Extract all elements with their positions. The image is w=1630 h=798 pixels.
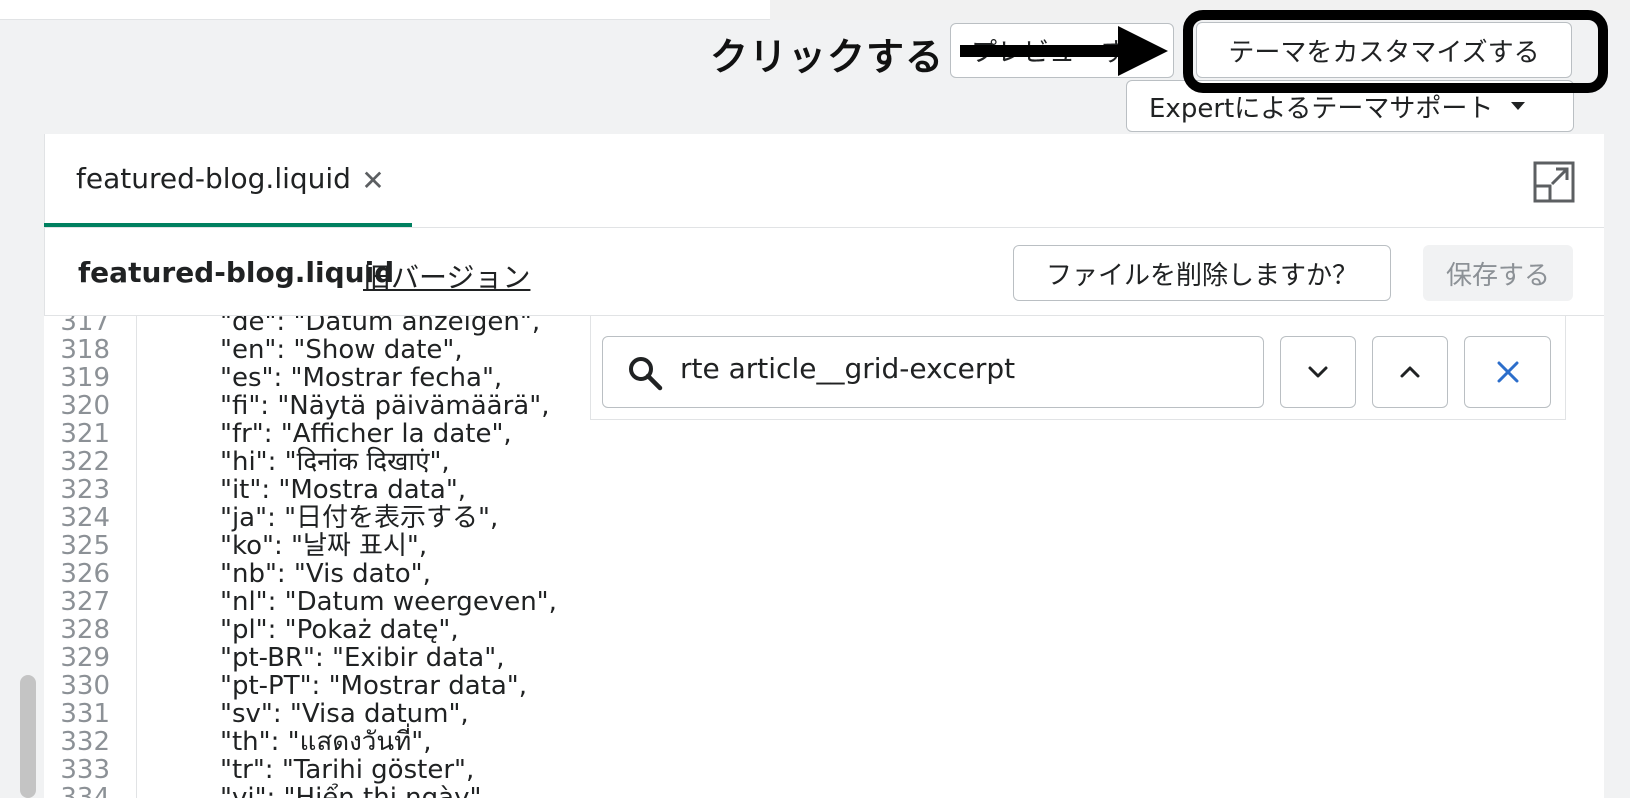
line-number: 333: [60, 755, 110, 785]
tab-label: featured-blog.liquid: [76, 162, 351, 195]
close-search-button[interactable]: [1464, 336, 1551, 408]
save-button[interactable]: 保存する: [1423, 245, 1573, 301]
close-icon: [1497, 361, 1518, 383]
code-line: "sv": "Visa datum",: [220, 699, 469, 729]
previous-match-button[interactable]: [1372, 336, 1448, 408]
close-tab-icon[interactable]: ✕: [358, 162, 388, 198]
right-gutter: [1604, 134, 1630, 798]
line-number: 325: [60, 531, 110, 561]
line-number: 329: [60, 643, 110, 673]
expand-icon[interactable]: [1532, 160, 1576, 204]
chevron-up-icon: [1400, 366, 1420, 378]
line-number: 327: [60, 587, 110, 617]
code-line: "fr": "Afficher la date",: [220, 419, 512, 449]
code-line: "nl": "Datum weergeven",: [220, 587, 557, 617]
scrollbar-thumb[interactable]: [20, 675, 36, 798]
line-number: 323: [60, 475, 110, 505]
save-label: 保存する: [1445, 260, 1550, 291]
code-line: "tr": "Tarihi göster",: [220, 755, 475, 785]
search-icon: [629, 357, 663, 391]
expert-support-label: Expertによるテーマサポート: [1149, 93, 1494, 124]
chevron-down-icon: [1308, 366, 1328, 378]
annotation-highlight-box: [1183, 10, 1608, 93]
code-line: "nb": "Vis dato",: [220, 559, 431, 589]
line-number: 318: [60, 335, 110, 365]
tabs-divider: [44, 227, 1604, 228]
annotation-arrow-shaft: [960, 45, 1130, 57]
code-line: "th": "แสดงวันที่",: [220, 727, 432, 757]
code-line: "it": "Mostra data",: [220, 475, 467, 505]
line-number: 317: [60, 316, 110, 337]
code-line: "hi": "दिनांक दिखाएं",: [220, 447, 450, 477]
old-version-link[interactable]: 旧バージョン: [363, 256, 530, 296]
top-strip: [0, 0, 770, 20]
line-number: 321: [60, 419, 110, 449]
line-number: 326: [60, 559, 110, 589]
line-number-gutter: 317 318 319 320 321 322 323 324 325 326 …: [44, 316, 137, 798]
delete-file-button[interactable]: ファイルを削除しますか？: [1013, 245, 1391, 301]
line-number: 330: [60, 671, 110, 701]
line-number: 320: [60, 391, 110, 421]
code-line: "ja": "日付を表示する",: [220, 503, 499, 533]
annotation-arrow-head: [1118, 26, 1168, 76]
code-line: "pl": "Pokaż datę",: [220, 615, 459, 645]
line-number: 331: [60, 699, 110, 729]
file-title: featured-blog.liquid: [78, 256, 395, 289]
line-number: 328: [60, 615, 110, 645]
line-number: 332: [60, 727, 110, 757]
delete-file-label: ファイルを削除しますか？: [1045, 260, 1358, 291]
code-line: "vi": "Hiển thị ngày",: [220, 783, 490, 798]
line-number: 322: [60, 447, 110, 477]
search-query: rte article__grid-excerpt: [680, 352, 1016, 385]
line-number: 334: [60, 783, 110, 798]
line-number: 319: [60, 363, 110, 393]
code-line: "pt-BR": "Exibir data",: [220, 643, 505, 673]
annotation-label: クリックする: [710, 35, 945, 79]
next-match-button[interactable]: [1280, 336, 1356, 408]
caret-down-icon: [1511, 102, 1526, 110]
line-number: 324: [60, 503, 110, 533]
code-line: "pt-PT": "Mostrar data",: [220, 671, 527, 701]
code-line: "ko": "날짜 표시",: [220, 531, 428, 561]
